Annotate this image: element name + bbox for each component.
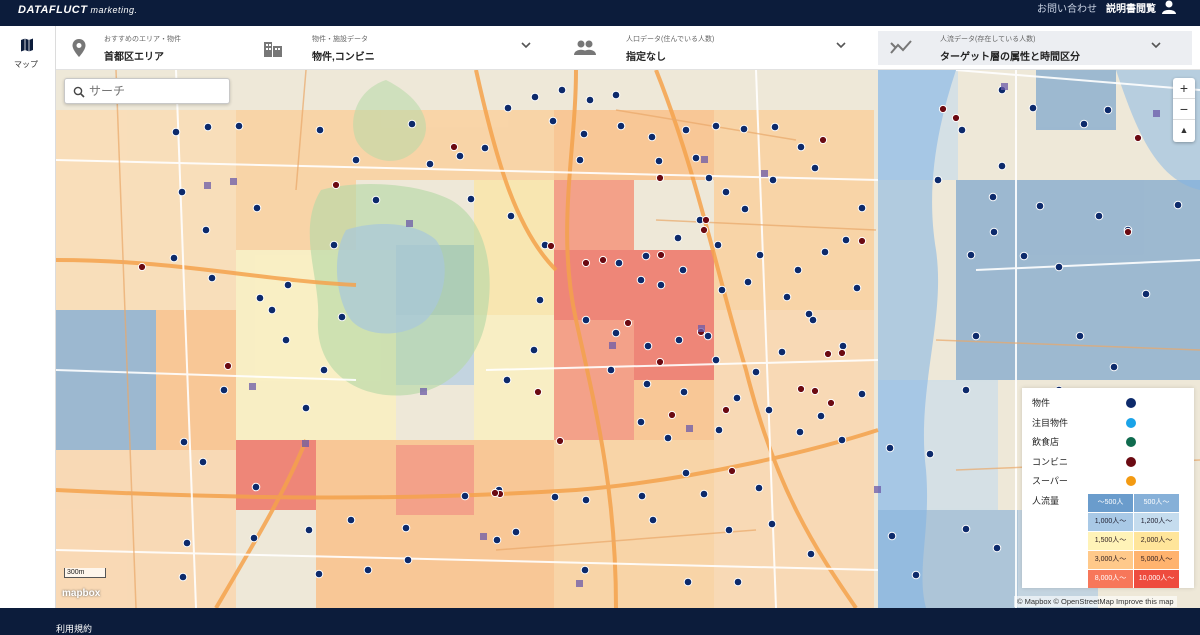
chevron-down-icon — [1151, 42, 1161, 49]
filter-area-value: 首都区エリア — [104, 52, 164, 63]
search-input[interactable] — [89, 82, 219, 100]
search-icon — [73, 86, 85, 98]
filter-facility-label: 物件・施設データ — [312, 36, 368, 43]
footer: 利用規約 — [0, 608, 1200, 634]
filter-bar: おすすめのエリア・物件 首都区エリア 物件・施設データ 物件,コンビニ 人口デー… — [56, 26, 1200, 70]
map-canvas[interactable]: + − ▲ 300m mapbox © Mapbox © OpenStreetM… — [56, 70, 1200, 608]
legend-dot — [1126, 418, 1136, 428]
user-icon[interactable] — [1160, 0, 1178, 14]
legend-flow-cell: 2,000人〜 — [1134, 532, 1179, 550]
map-scale: 300m — [64, 568, 106, 578]
legend-flow-cell: 500人〜 — [1134, 494, 1179, 512]
zoom-in-button[interactable]: + — [1173, 78, 1195, 99]
map-search[interactable] — [64, 78, 230, 104]
filter-population-label: 人口データ(住んでいる人数) — [626, 36, 715, 43]
chevron-down-icon — [521, 42, 531, 49]
filter-population[interactable]: 人口データ(住んでいる人数) 指定なし — [556, 26, 866, 70]
filter-flow[interactable]: 人流データ(存在している人数) ターゲット層の属性と時間区分 — [878, 31, 1192, 65]
mapbox-logo[interactable]: mapbox — [62, 588, 100, 599]
terms-link[interactable]: 利用規約 — [56, 622, 92, 635]
filter-flow-label: 人流データ(存在している人数) — [940, 36, 1036, 43]
filter-flow-value: ターゲット層の属性と時間区分 — [940, 52, 1080, 63]
legend-flow-cell: 10,000人〜 — [1134, 570, 1179, 588]
building-icon — [264, 42, 282, 57]
manual-link[interactable]: 説明書閲覧 — [1106, 0, 1156, 15]
legend-flow-cell: 8,000人〜 — [1088, 570, 1133, 588]
legend-item: コンビニ — [1032, 454, 1182, 470]
legend-flow-cell: 1,500人〜 — [1088, 532, 1133, 550]
compass-button[interactable]: ▲ — [1173, 120, 1195, 141]
legend-dot — [1126, 398, 1136, 408]
legend-flow-cell: 5,000人〜 — [1134, 551, 1179, 569]
filter-facility[interactable]: 物件・施設データ 物件,コンビニ — [256, 26, 556, 70]
left-rail: マップ — [0, 26, 56, 608]
filter-area[interactable]: おすすめのエリア・物件 首都区エリア — [56, 26, 256, 70]
legend-item: 飲食店 — [1032, 434, 1182, 450]
map-icon[interactable] — [20, 38, 34, 52]
legend-dot — [1126, 476, 1136, 486]
map-attribution[interactable]: © Mapbox © OpenStreetMap Improve this ma… — [1014, 596, 1177, 607]
people-icon — [574, 40, 596, 55]
legend-item: 注目物件 — [1032, 415, 1182, 431]
legend-flow-title: 人流量 — [1032, 496, 1060, 506]
top-header: DATAFLUCT marketing. お問い合わせ 説明書閲覧 — [0, 0, 1200, 26]
zoom-out-button[interactable]: − — [1173, 99, 1195, 120]
legend-dot — [1126, 437, 1136, 447]
legend-flow-cell: 1,000人〜 — [1088, 513, 1133, 531]
filter-facility-value: 物件,コンビニ — [312, 52, 375, 63]
flow-trend-icon — [890, 40, 912, 54]
legend-flow-cell: 〜500人 — [1088, 494, 1133, 512]
map-legend: 物件 注目物件 飲食店 コンビニ スーパー 人流量 〜500人 500人〜 1,… — [1022, 388, 1194, 588]
legend-item: 物件 — [1032, 395, 1182, 411]
filter-area-label: おすすめのエリア・物件 — [104, 36, 181, 43]
legend-item: スーパー — [1032, 473, 1182, 489]
app-logo[interactable]: DATAFLUCT marketing. — [18, 4, 138, 16]
filter-population-value: 指定なし — [626, 52, 666, 63]
legend-dot — [1126, 457, 1136, 467]
location-pin-icon — [72, 39, 86, 57]
contact-link[interactable]: お問い合わせ — [1037, 0, 1097, 15]
chevron-down-icon — [836, 42, 846, 49]
legend-flow-cell: 1,200人〜 — [1134, 513, 1179, 531]
zoom-control: + − ▲ — [1173, 78, 1195, 142]
legend-flow-cell: 3,000人〜 — [1088, 551, 1133, 569]
rail-map-label[interactable]: マップ — [14, 59, 38, 70]
